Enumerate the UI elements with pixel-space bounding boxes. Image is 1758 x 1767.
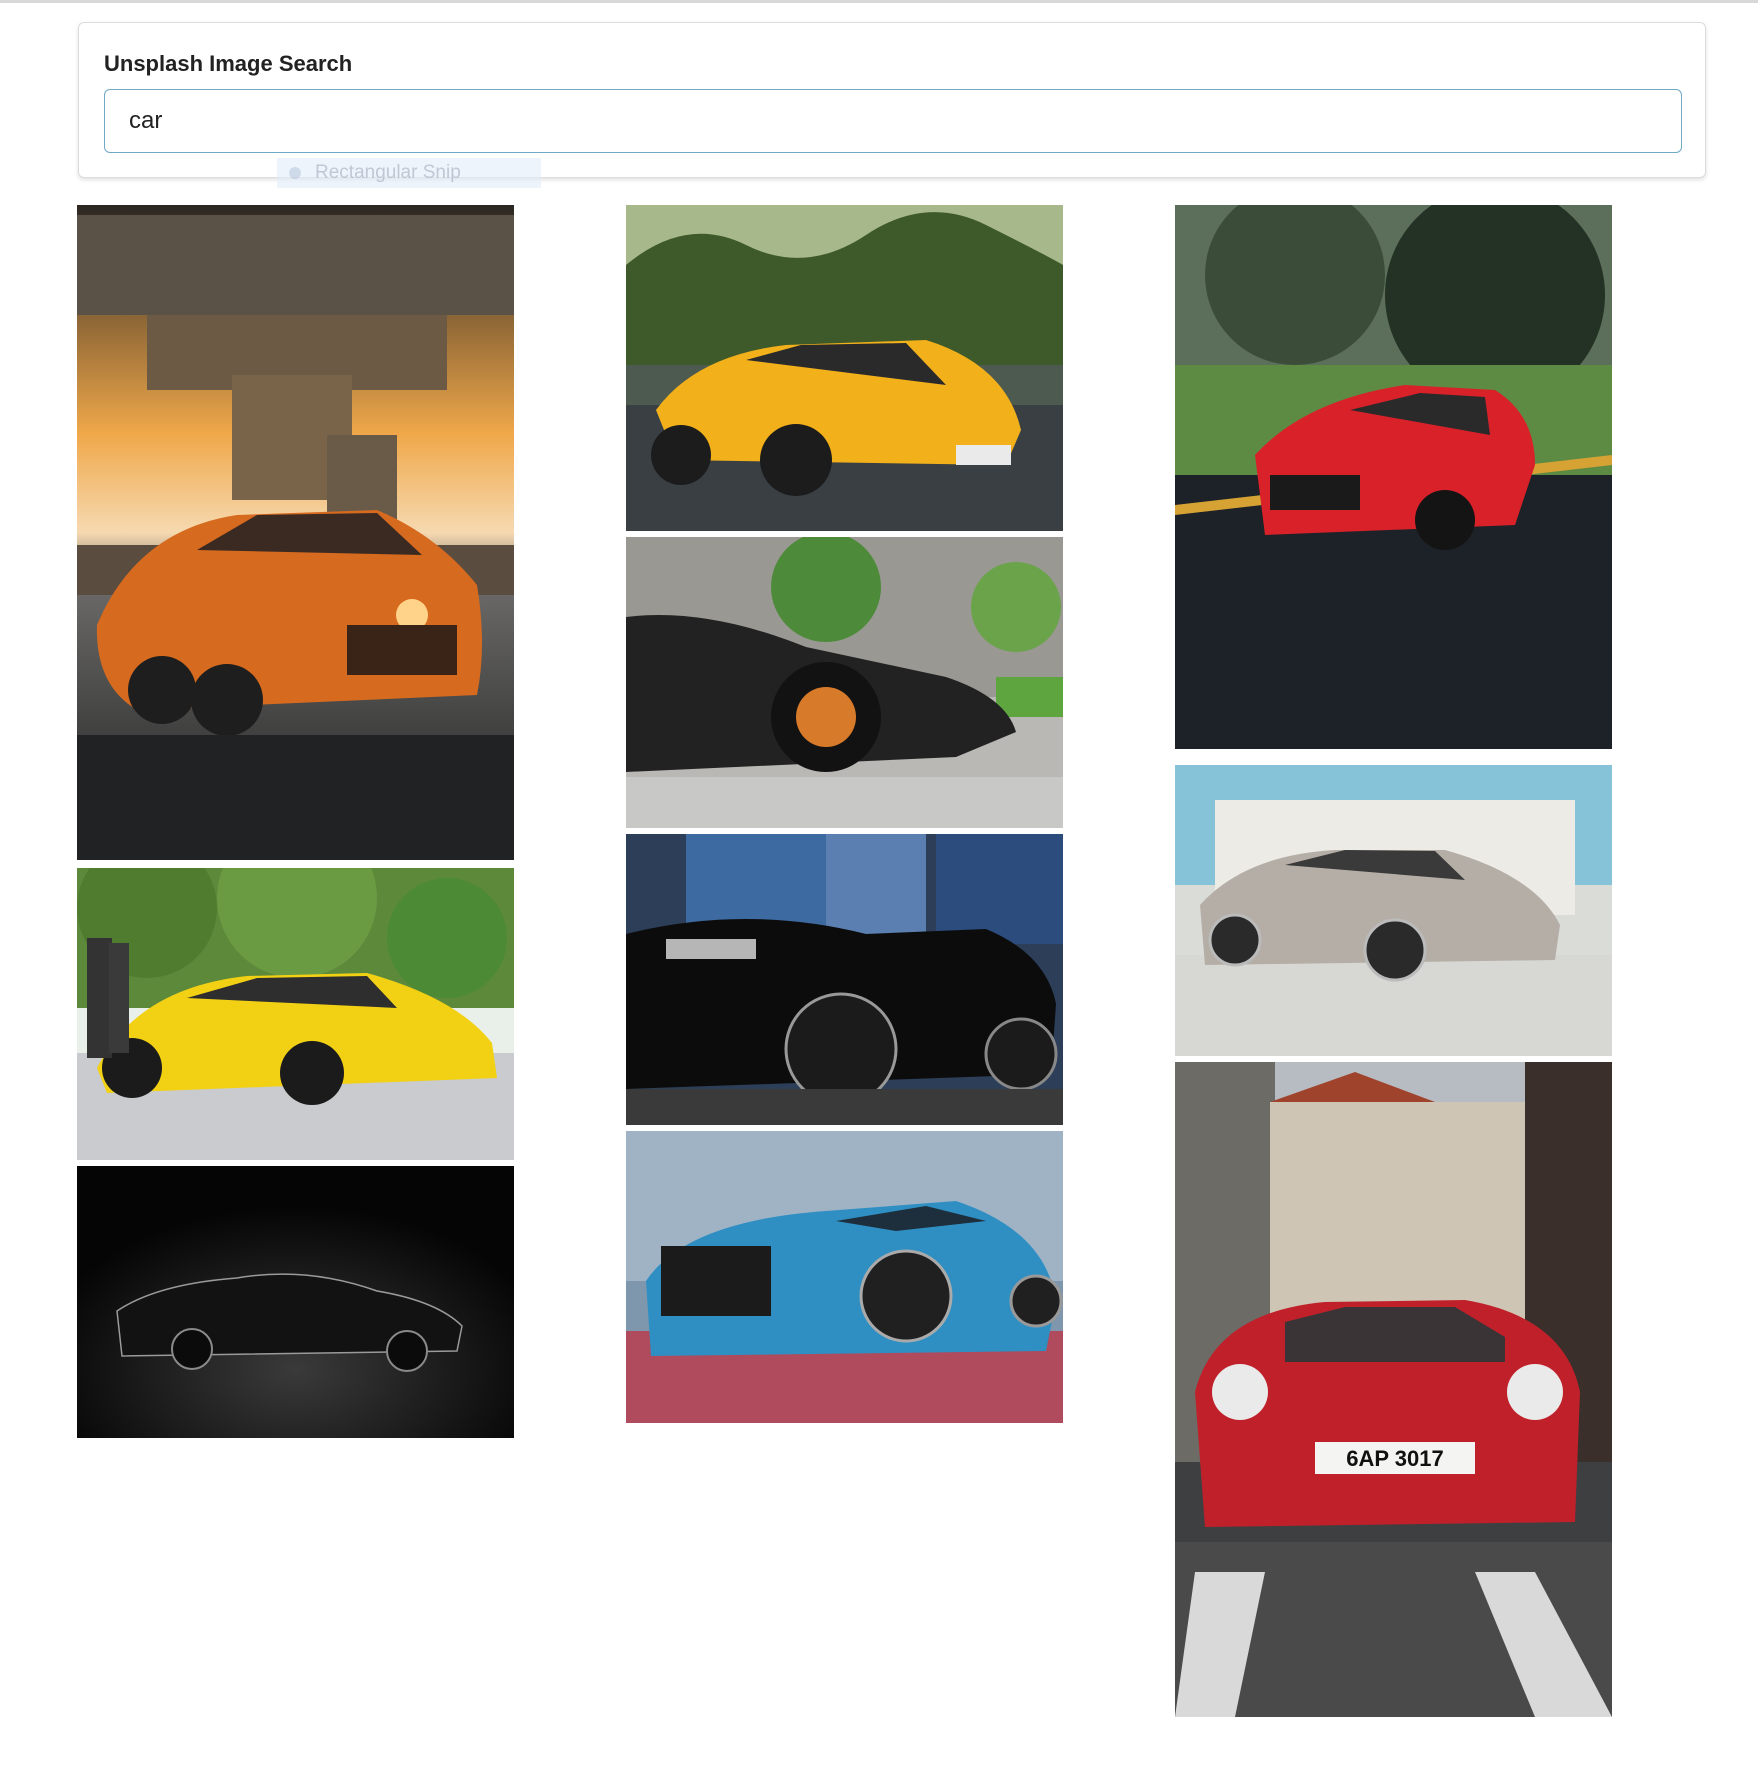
photo-silver-mercedes[interactable] [1175, 765, 1612, 1056]
photo-yellow-lambo[interactable] [77, 868, 514, 1160]
photo-yellow-ferrari[interactable] [626, 205, 1063, 531]
photo-black-silhouette[interactable] [77, 1166, 514, 1438]
search-card: Unsplash Image Search [78, 22, 1706, 178]
top-border [0, 0, 1758, 3]
photo-black-supercar[interactable] [626, 537, 1063, 828]
photo-red-audi-tt[interactable] [1175, 205, 1612, 749]
license-plate: 6AP 3017 [1346, 1446, 1443, 1471]
photo-orange-coupe[interactable] [77, 205, 514, 860]
snip-icon [289, 167, 301, 179]
photo-red-porsche[interactable]: 6AP 3017 [1175, 1062, 1612, 1717]
photo-blue-audi[interactable] [626, 1131, 1063, 1423]
search-input[interactable] [104, 89, 1682, 153]
photo-black-camaro[interactable] [626, 834, 1063, 1125]
search-title: Unsplash Image Search [104, 51, 353, 76]
rectangular-snip-tooltip: Rectangular Snip [277, 158, 541, 188]
snip-label: Rectangular Snip [315, 162, 461, 183]
